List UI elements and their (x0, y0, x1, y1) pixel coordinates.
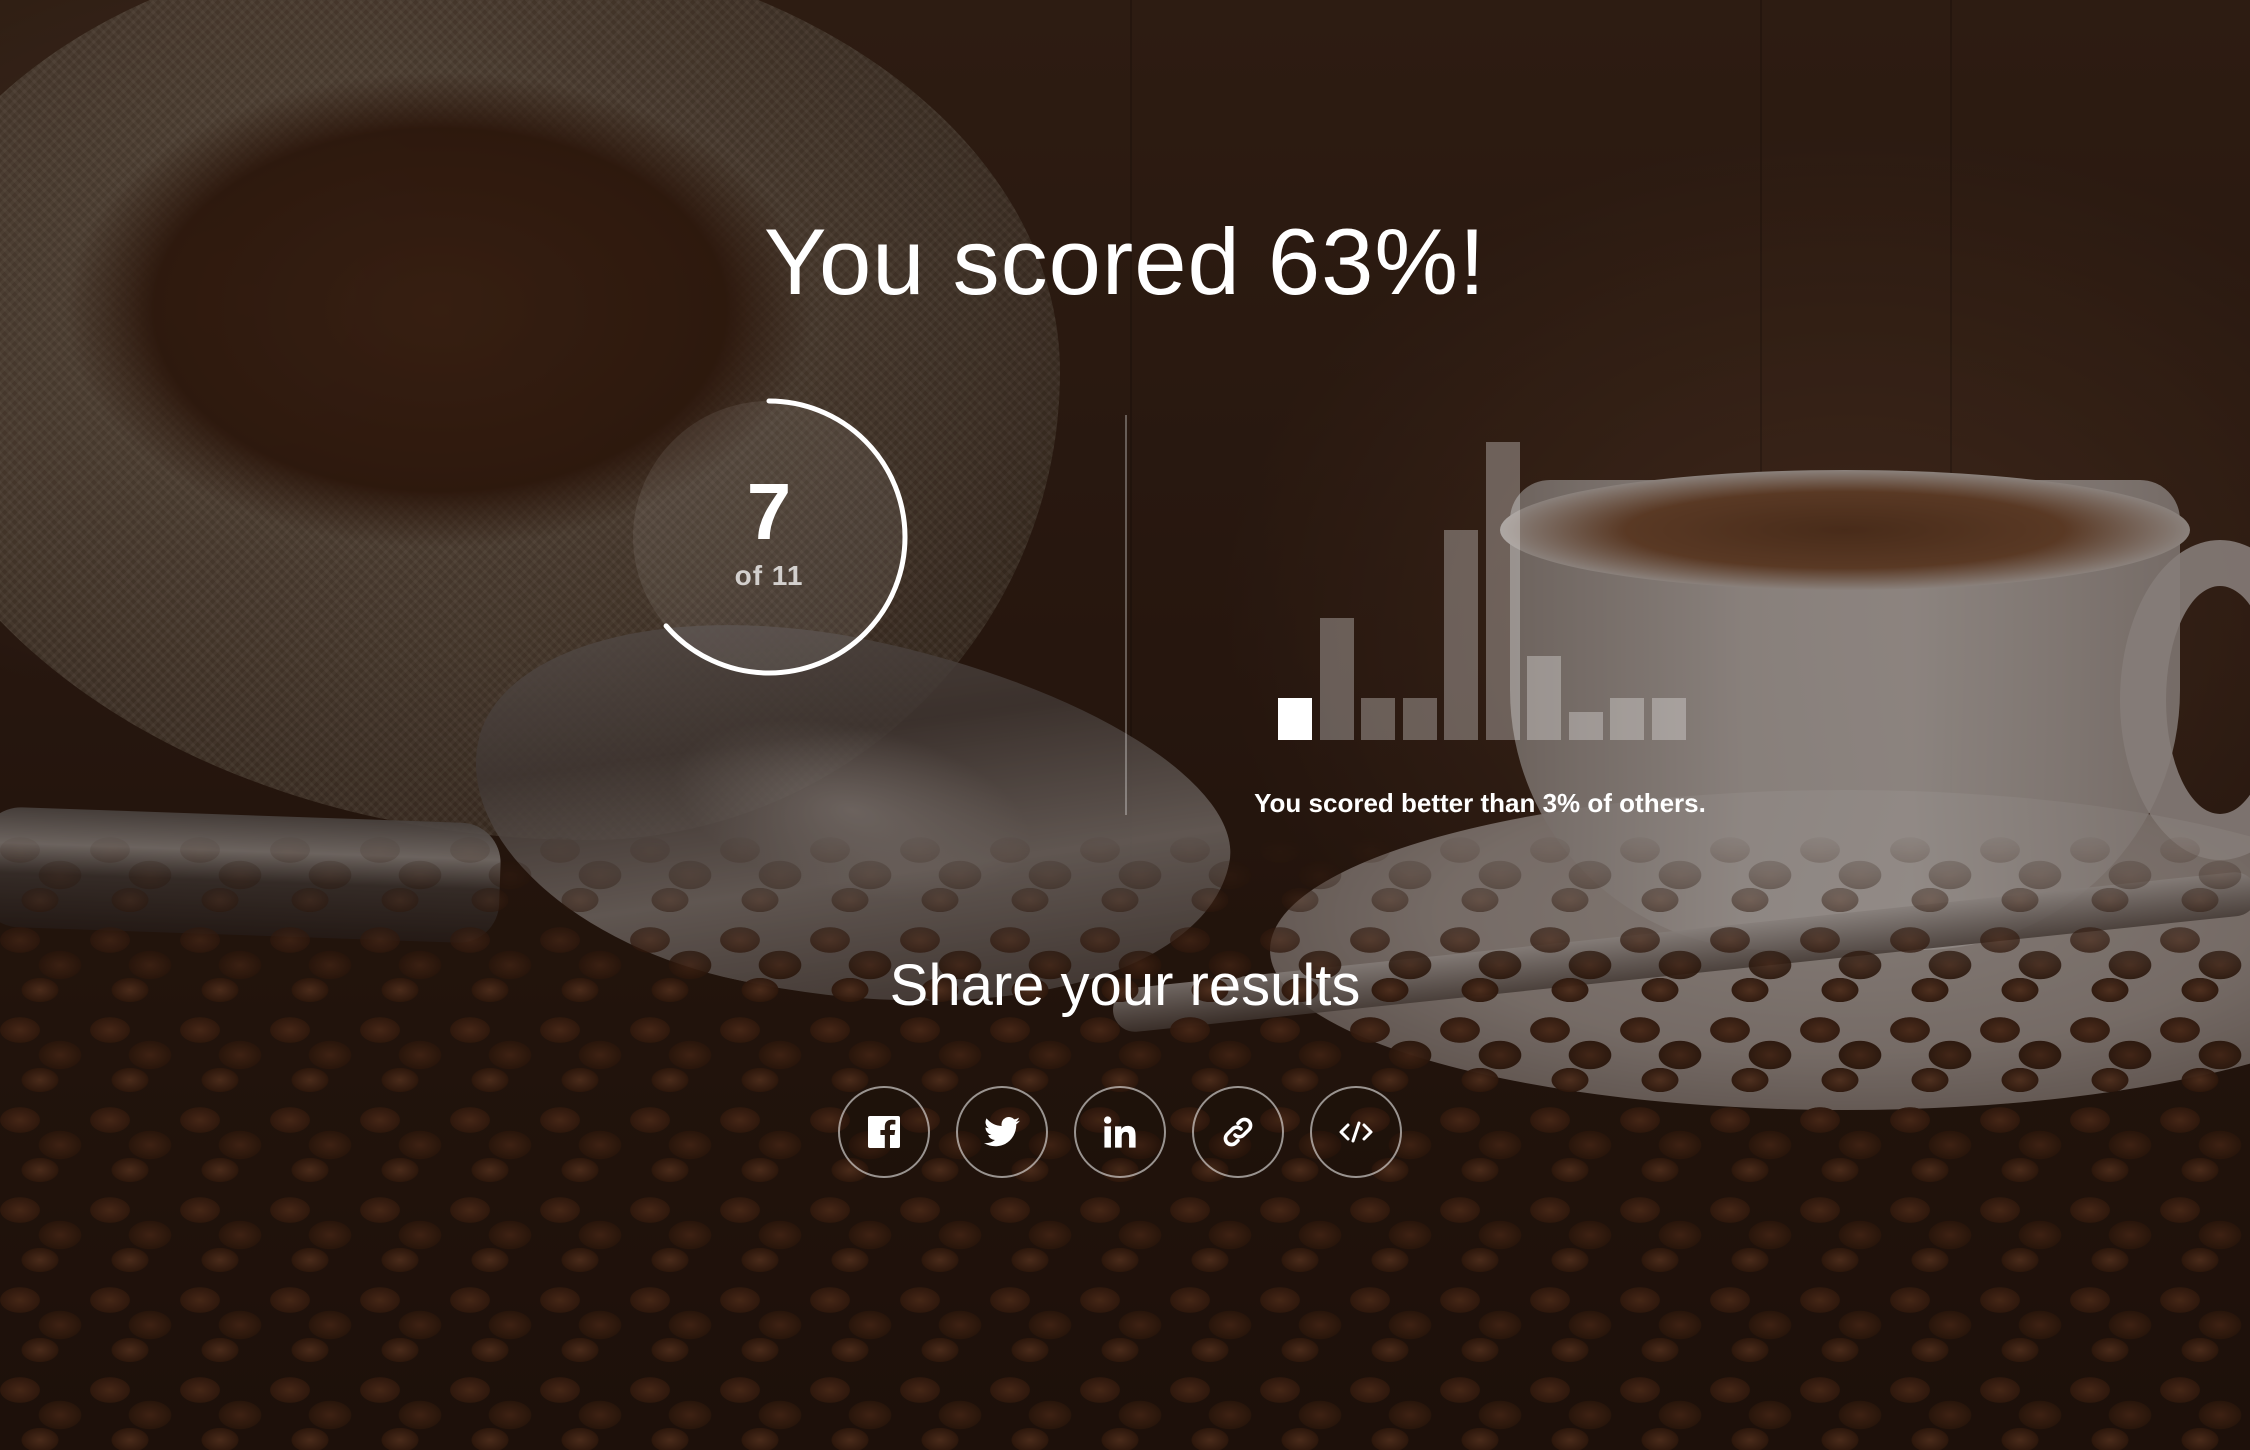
share-buttons (838, 1086, 1408, 1182)
facebook-share-button[interactable] (838, 1086, 930, 1178)
results-panel: You scored 63%! 7 of 11 You scored bette… (0, 0, 2250, 1450)
twitter-icon (984, 1117, 1020, 1147)
embed-button[interactable] (1310, 1086, 1402, 1178)
score-total: of 11 (734, 560, 804, 591)
score-headline: You scored 63%! (763, 209, 1487, 314)
distribution-bar (1444, 530, 1478, 740)
score-number: 7 (746, 467, 792, 556)
facebook-icon (868, 1116, 900, 1149)
distribution-bar-current (1278, 698, 1312, 740)
score-ring: 7 of 11 (624, 392, 914, 682)
twitter-share-button[interactable] (956, 1086, 1048, 1178)
link-icon (1223, 1117, 1253, 1147)
distribution-bar (1319, 618, 1354, 740)
score-distribution-chart (1270, 380, 1700, 740)
copy-link-button[interactable] (1192, 1086, 1284, 1178)
linkedin-icon (1103, 1116, 1136, 1148)
distribution-bar (1485, 442, 1520, 740)
distribution-bar (1361, 698, 1395, 740)
distribution-bar (1610, 698, 1644, 740)
percentile-caption: You scored better than 3% of others. (1254, 788, 1706, 818)
distribution-bar (1527, 656, 1561, 740)
code-icon (1339, 1121, 1373, 1143)
linkedin-share-button[interactable] (1074, 1086, 1166, 1178)
share-title: Share your results (889, 953, 1361, 1018)
distribution-bar (1402, 698, 1437, 740)
distribution-bar (1568, 712, 1603, 740)
distribution-bar (1651, 698, 1686, 740)
divider (1125, 415, 1127, 815)
